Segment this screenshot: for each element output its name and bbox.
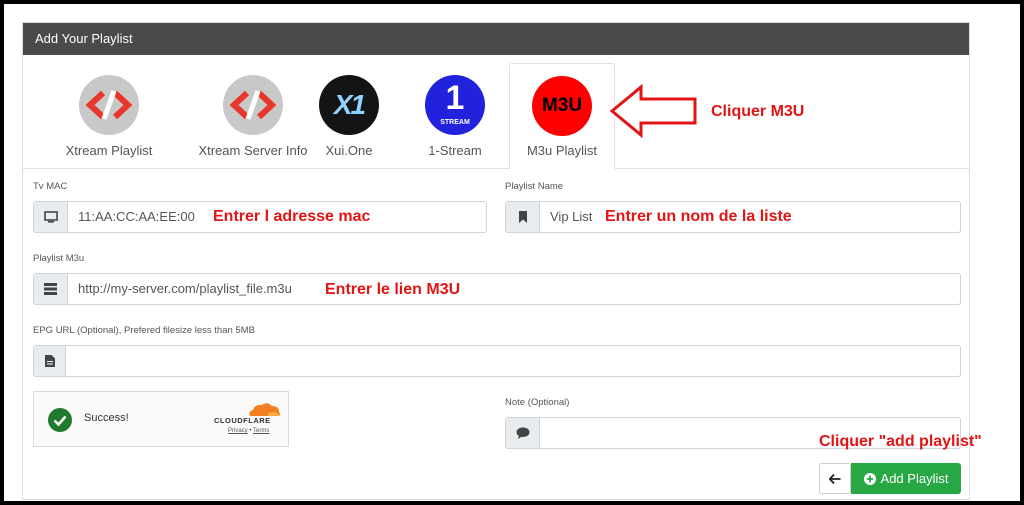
xui-logo-text: X1	[333, 89, 366, 120]
bookmark-icon	[506, 202, 540, 232]
tab-label: Xui.One	[325, 143, 373, 158]
playlist-name-label: Playlist Name	[505, 181, 564, 192]
captcha-links-separator: •	[249, 428, 252, 434]
m3u-logo-icon: M3U	[532, 76, 592, 136]
tab-xtream-playlist[interactable]: Xtream Playlist	[39, 63, 179, 168]
epg-label: EPG URL (Optional), Prefered filesize le…	[33, 325, 255, 336]
cloudflare-cloud-icon	[249, 403, 280, 416]
add-playlist-label: Add Playlist	[880, 471, 949, 486]
cloudflare-captcha-widget[interactable]: Success! CLOUDFLARE Privacy • Terms	[33, 391, 289, 447]
screenshot-frame: Add Your Playlist Xtream Playlist Xtream…	[0, 0, 1024, 505]
xui-one-logo-icon: X1	[319, 75, 379, 135]
m3u-logo-text: M3U	[541, 95, 583, 116]
terms-link[interactable]: Terms	[253, 428, 269, 434]
annotation-enter-mac: Entrer l adresse mac	[213, 208, 371, 225]
xtream-logo-icon	[223, 75, 283, 135]
cloudflare-brand: CLOUDFLARE	[214, 416, 271, 425]
playlist-m3u-input[interactable]: http://my-server.com/playlist_file.m3u	[68, 274, 960, 304]
playlist-m3u-input-group[interactable]: http://my-server.com/playlist_file.m3u	[33, 273, 961, 305]
annotation-click-m3u: Cliquer M3U	[711, 103, 805, 120]
add-playlist-button[interactable]: Add Playlist	[851, 463, 961, 494]
privacy-link[interactable]: Privacy	[228, 428, 248, 434]
back-button[interactable]	[819, 463, 851, 494]
arrow-left-icon	[829, 473, 841, 484]
card-title: Add Your Playlist	[23, 23, 969, 55]
add-playlist-card: Add Your Playlist Xtream Playlist Xtream…	[22, 22, 982, 500]
xtream-logo-icon	[79, 75, 139, 135]
note-label: Note (Optional)	[505, 397, 570, 408]
tab-label: 1-Stream	[428, 143, 482, 158]
tab-label: Xtream Playlist	[65, 143, 153, 158]
check-circle-icon	[48, 408, 72, 432]
plus-circle-icon	[863, 472, 876, 485]
annotation-enter-name: Entrer un nom de la liste	[605, 208, 792, 225]
annotation-click-add: Cliquer "add playlist"	[819, 433, 982, 450]
tab-xui-one[interactable]: X1 Xui.One	[309, 63, 389, 168]
epg-input-group[interactable]	[33, 345, 961, 377]
stream-logo-number: 1	[445, 79, 465, 117]
annotation-enter-link: Entrer le lien M3U	[325, 281, 461, 298]
epg-input[interactable]	[66, 346, 960, 376]
captcha-links: Privacy • Terms	[228, 428, 269, 434]
tab-1-stream[interactable]: 1 STREAM 1-Stream	[415, 63, 495, 168]
captcha-status: Success!	[84, 412, 129, 424]
playlist-m3u-label: Playlist M3u	[33, 253, 85, 264]
left-arrow-annotation-icon	[609, 83, 697, 139]
tab-m3u-playlist[interactable]: M3U M3u Playlist	[509, 63, 615, 169]
comment-icon	[506, 418, 540, 448]
monitor-icon	[34, 202, 68, 232]
stream-logo-sub: STREAM	[440, 119, 470, 126]
tab-label: M3u Playlist	[526, 143, 598, 158]
file-icon	[34, 346, 66, 376]
1-stream-logo-icon: 1 STREAM	[425, 75, 485, 135]
mac-label: Tv MAC	[33, 181, 68, 192]
server-icon	[34, 274, 68, 304]
playlist-type-tabs: Xtream Playlist Xtream Server Info X1 Xu…	[23, 63, 969, 169]
